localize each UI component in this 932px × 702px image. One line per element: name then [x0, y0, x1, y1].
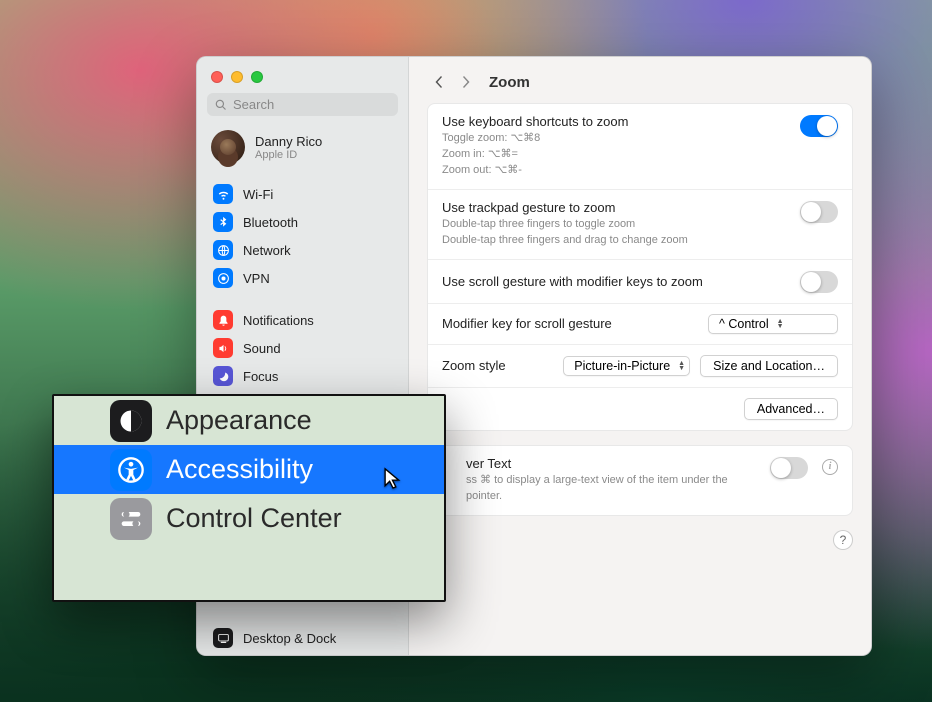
- sidebar-item-label: Bluetooth: [243, 215, 298, 230]
- sidebar-item-label: Wi-Fi: [243, 187, 273, 202]
- cursor-icon: [384, 467, 402, 491]
- row-keyboard-shortcut: Use keyboard shortcuts to zoom Toggle zo…: [428, 104, 852, 190]
- page-title: Zoom: [489, 74, 530, 91]
- row-zoom-style: Zoom style Picture-in-Picture ▲▼ Size an…: [428, 345, 852, 388]
- sidebar-item-desktop-dock[interactable]: Desktop & Dock: [205, 624, 400, 652]
- row-hover-text: ver Text ss ⌘ to display a large-text vi…: [428, 446, 852, 515]
- pip-item-control-center[interactable]: Control Center: [54, 494, 444, 543]
- sidebar-item-label: Focus: [243, 369, 278, 384]
- row-scroll-gesture: Use scroll gesture with modifier keys to…: [428, 260, 852, 304]
- sidebar-item-label: Sound: [243, 341, 281, 356]
- trackpad-gesture-toggle[interactable]: [800, 201, 838, 223]
- bluetooth-icon: [213, 212, 233, 232]
- sidebar-item-sound[interactable]: Sound: [205, 334, 400, 362]
- row-title: Use keyboard shortcuts to zoom: [442, 114, 790, 129]
- modifier-key-select[interactable]: ^ Control ▲▼: [708, 314, 838, 334]
- avatar: [211, 130, 245, 164]
- pip-label: Control Center: [166, 503, 342, 534]
- window-controls: [197, 57, 408, 93]
- vpn-icon: [213, 268, 233, 288]
- forward-button[interactable]: [455, 71, 477, 93]
- apple-id-row[interactable]: Danny Rico Apple ID: [197, 124, 408, 176]
- row-title: ver Text: [466, 456, 760, 471]
- zoom-style-select[interactable]: Picture-in-Picture ▲▼: [563, 356, 690, 376]
- row-label: Zoom style: [442, 358, 506, 373]
- zoom-panel: Use keyboard shortcuts to zoom Toggle zo…: [427, 103, 853, 431]
- account-name: Danny Rico: [255, 134, 322, 149]
- trackpad-line1: Double-tap three fingers to toggle zoom: [442, 217, 790, 233]
- advanced-button[interactable]: Advanced…: [744, 398, 838, 420]
- sidebar-item-vpn[interactable]: VPN: [205, 264, 400, 292]
- sidebar-item-focus[interactable]: Focus: [205, 362, 400, 390]
- row-modifier-key: Modifier key for scroll gesture ^ Contro…: [428, 304, 852, 345]
- select-value: ^ Control: [719, 317, 769, 331]
- control-center-icon: [110, 498, 152, 540]
- pip-label: Appearance: [166, 405, 312, 436]
- content: Use keyboard shortcuts to zoom Toggle zo…: [409, 103, 871, 572]
- size-location-button[interactable]: Size and Location…: [700, 355, 838, 377]
- sidebar-item-label: Notifications: [243, 313, 314, 328]
- sidebar-item-label: Network: [243, 243, 291, 258]
- chevron-up-down-icon: ▲▼: [678, 361, 685, 371]
- row-label: Modifier key for scroll gesture: [442, 316, 612, 331]
- dock-icon: [213, 628, 233, 648]
- shortcut-toggle: Toggle zoom: ⌥⌘8: [442, 131, 790, 147]
- select-value: Picture-in-Picture: [574, 359, 670, 373]
- hover-text-panel: ver Text ss ⌘ to display a large-text vi…: [427, 445, 853, 516]
- sidebar-item-bluetooth[interactable]: Bluetooth: [205, 208, 400, 236]
- keyboard-shortcut-toggle[interactable]: [800, 115, 838, 137]
- pip-label: Accessibility: [166, 454, 313, 485]
- search-icon: [215, 99, 227, 111]
- back-button[interactable]: [427, 71, 449, 93]
- wifi-icon: [213, 184, 233, 204]
- sidebar-item-wifi[interactable]: Wi-Fi: [205, 180, 400, 208]
- info-button[interactable]: i: [822, 459, 838, 475]
- shortcut-out: Zoom out: ⌥⌘-: [442, 163, 790, 179]
- minimize-button[interactable]: [231, 71, 243, 83]
- search-input[interactable]: Search: [207, 93, 398, 116]
- close-button[interactable]: [211, 71, 223, 83]
- row-advanced: Advanced…: [428, 388, 852, 430]
- bell-icon: [213, 310, 233, 330]
- row-trackpad-gesture: Use trackpad gesture to zoom Double-tap …: [428, 190, 852, 260]
- search-placeholder: Search: [233, 97, 274, 112]
- sidebar-item-label: Desktop & Dock: [243, 631, 336, 646]
- hover-text-toggle[interactable]: [770, 457, 808, 479]
- zoom-button[interactable]: [251, 71, 263, 83]
- row-sub: ss ⌘ to display a large-text view of the…: [466, 473, 760, 505]
- appearance-icon: [110, 400, 152, 442]
- help-button[interactable]: ?: [833, 530, 853, 550]
- sidebar-item-label: VPN: [243, 271, 270, 286]
- accessibility-icon: [110, 449, 152, 491]
- sidebar-item-network[interactable]: Network: [205, 236, 400, 264]
- main-pane: Zoom Use keyboard shortcuts to zoom Togg…: [409, 57, 871, 655]
- pip-item-accessibility[interactable]: Accessibility: [54, 445, 444, 494]
- row-title: Use trackpad gesture to zoom: [442, 200, 790, 215]
- chevron-up-down-icon: ▲▼: [777, 319, 784, 329]
- account-sub: Apple ID: [255, 149, 322, 161]
- focus-icon: [213, 366, 233, 386]
- sidebar-item-notifications[interactable]: Notifications: [205, 306, 400, 334]
- scroll-gesture-toggle[interactable]: [800, 271, 838, 293]
- row-title: Use scroll gesture with modifier keys to…: [442, 274, 790, 289]
- sound-icon: [213, 338, 233, 358]
- toolbar: Zoom: [409, 57, 871, 103]
- sidebar-item-displays[interactable]: Displays: [205, 652, 400, 655]
- network-icon: [213, 240, 233, 260]
- zoom-pip-window: Appearance Accessibility Control Center: [52, 394, 446, 602]
- trackpad-line2: Double-tap three fingers and drag to cha…: [442, 233, 790, 249]
- shortcut-in: Zoom in: ⌥⌘=: [442, 147, 790, 163]
- pip-item-appearance[interactable]: Appearance: [54, 396, 444, 445]
